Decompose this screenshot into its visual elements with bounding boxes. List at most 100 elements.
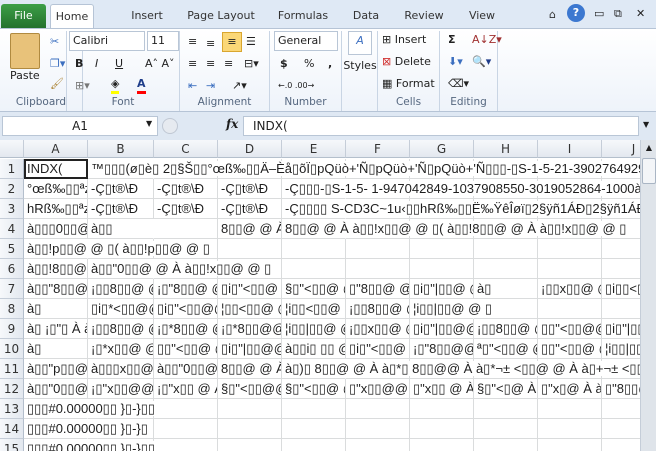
cell-J15[interactable]: [602, 439, 640, 451]
column-header-A[interactable]: A: [24, 140, 88, 158]
column-header-E[interactable]: E: [282, 140, 346, 158]
cell-G8[interactable]: ¦i▯▯|▯▯@ @ ▯: [410, 299, 493, 319]
cell-C15[interactable]: [154, 439, 218, 451]
cell-G15[interactable]: [410, 439, 474, 451]
help-icon[interactable]: ?: [567, 4, 585, 22]
cell-F13[interactable]: [346, 399, 410, 419]
splitter-handle[interactable]: [162, 118, 178, 134]
tab-file[interactable]: File: [1, 4, 46, 29]
align-right-icon[interactable]: ≡: [224, 55, 233, 73]
row-header[interactable]: 6: [0, 259, 24, 279]
cell-I14[interactable]: [538, 419, 602, 439]
fill-color-icon[interactable]: ◈: [111, 77, 120, 94]
cell-B8[interactable]: ▯i▯*<▯▯@@: [88, 299, 154, 319]
cell-A12[interactable]: à▯▯"0▯▯@ @: [24, 379, 88, 399]
column-header-H[interactable]: H: [474, 140, 538, 158]
cell-E10[interactable]: à▯▯i▯ ▯▯ @ À: [282, 339, 346, 359]
cell-H12[interactable]: §▯"<▯@ À à: [474, 379, 538, 399]
cell-E8[interactable]: ¦i▯▯<▯▯@ @: [282, 299, 346, 319]
column-header-B[interactable]: B: [88, 140, 154, 158]
cell-G14[interactable]: [410, 419, 474, 439]
cell-E4[interactable]: 8▯▯@ @ À à▯▯!x▯▯@ @ ▯( à▯▯!8▯▯@ @ À à▯▯!…: [282, 219, 627, 239]
row-header[interactable]: 5: [0, 239, 24, 259]
cell-A6[interactable]: à▯▯!8▯▯@ @: [24, 259, 88, 279]
fill-icon[interactable]: ⬇▾: [448, 53, 463, 71]
row-header[interactable]: 2: [0, 179, 24, 199]
cell-A3[interactable]: hRß‰▯▯ªz: [24, 199, 88, 219]
paste-icon[interactable]: [10, 33, 40, 69]
select-all-button[interactable]: [0, 140, 24, 158]
decrease-indent-icon[interactable]: ⇤: [188, 77, 197, 95]
cell-H14[interactable]: [474, 419, 538, 439]
tab-page-layout[interactable]: Page Layout: [182, 4, 260, 29]
cell-A8[interactable]: à▯: [24, 299, 88, 319]
column-header-J[interactable]: J: [602, 140, 640, 158]
cell-E12[interactable]: §▯"<▯▯@ @ À: [282, 379, 346, 399]
row-header[interactable]: 8: [0, 299, 24, 319]
cell-J8[interactable]: [602, 299, 640, 319]
percent-button[interactable]: %: [304, 55, 314, 73]
cell-F6[interactable]: [346, 259, 410, 279]
cell-G5[interactable]: [410, 239, 474, 259]
bold-button[interactable]: B: [75, 55, 83, 73]
cell-A4[interactable]: à▯▯▯0▯▯@ @: [24, 219, 88, 239]
row-header[interactable]: 4: [0, 219, 24, 239]
cell-I13[interactable]: [538, 399, 602, 419]
cell-C14[interactable]: [154, 419, 218, 439]
cell-E5[interactable]: [282, 239, 346, 259]
cell-I9[interactable]: ▯▯"<▯▯@@ À: [538, 319, 602, 339]
cell-H5[interactable]: [474, 239, 538, 259]
cell-J6[interactable]: [602, 259, 640, 279]
row-header[interactable]: 7: [0, 279, 24, 299]
tab-home[interactable]: Home: [50, 4, 94, 29]
merge-center-icon[interactable]: ⊟▾: [244, 55, 259, 73]
cell-H7[interactable]: à▯: [474, 279, 538, 299]
cell-A5[interactable]: à▯▯!p▯▯@ @ ▯( à▯▯!p▯▯@ @ ▯: [24, 239, 210, 259]
row-header[interactable]: 1: [0, 159, 24, 179]
increase-decimal-icon[interactable]: ←.0 .00→: [278, 77, 314, 95]
cell-H15[interactable]: [474, 439, 538, 451]
cell-C12[interactable]: ¡▯"x▯▯ @ À: [154, 379, 218, 399]
sort-filter-icon[interactable]: A↓Z▾: [472, 31, 502, 49]
cell-F10[interactable]: ▯i▯"<▯▯@ @: [346, 339, 410, 359]
row-header[interactable]: 14: [0, 419, 24, 439]
cell-C2[interactable]: -Ç▯t®\Ð: [154, 179, 218, 199]
cell-A14[interactable]: ▯▯▯#0.00000▯▯ }▯-}▯: [24, 419, 148, 439]
worksheet-grid[interactable]: A B C D E F G H I J 1 INDX(2 °œß‰▯▯ªz -Ç▯t®\Ð -Ç▯t®\Ð -…: [0, 140, 640, 451]
cell-C4[interactable]: [154, 219, 218, 239]
underline-button[interactable]: U: [115, 55, 123, 73]
copy-icon[interactable]: ❐▾: [50, 55, 65, 73]
cell-A15[interactable]: ▯▯▯#0.00000▯▯ }▯-}▯▯: [24, 439, 156, 451]
column-header-C[interactable]: C: [154, 140, 218, 158]
row-header[interactable]: 15: [0, 439, 24, 451]
cell-F8[interactable]: ¡▯▯8▯▯@ @ À: [346, 299, 410, 319]
font-size-select[interactable]: 11: [147, 31, 179, 51]
delete-cells-button[interactable]: ⊠ Delete: [382, 53, 431, 71]
cell-F7[interactable]: ▯"8▯▯@ @ À: [346, 279, 410, 299]
cell-B2[interactable]: -Ç▯t®\Ð: [88, 179, 154, 199]
increase-indent-icon[interactable]: ⇥: [206, 77, 215, 95]
cell-E2[interactable]: -Ç▯▯▯-▯S-1-5- 1-947042849-1037908550-301…: [282, 179, 640, 199]
minimize-window-icon[interactable]: ▭: [594, 5, 604, 23]
cell-J9[interactable]: ▯i▯"|▯▯: [602, 319, 640, 339]
cell-D13[interactable]: [218, 399, 282, 419]
close-window-icon[interactable]: ✕: [636, 5, 645, 23]
insert-function-button[interactable]: fx: [226, 117, 238, 131]
column-header-F[interactable]: F: [346, 140, 410, 158]
find-select-icon[interactable]: 🔍▾: [472, 53, 491, 71]
cell-A10[interactable]: à▯: [24, 339, 88, 359]
cell-C7[interactable]: ¡▯"8▯▯@ @: [154, 279, 218, 299]
align-middle-icon[interactable]: ≡: [206, 35, 215, 53]
cell-D10[interactable]: ▯i▯"|▯▯@@: [218, 339, 282, 359]
cell-D15[interactable]: [218, 439, 282, 451]
format-cells-button[interactable]: ▦ Format: [382, 75, 435, 93]
cell-C9[interactable]: ¡▯*8▯▯@ @: [154, 319, 218, 339]
align-left-icon[interactable]: ≡: [188, 55, 197, 73]
cell-J5[interactable]: [602, 239, 640, 259]
cell-C3[interactable]: -Ç▯t®\Ð: [154, 199, 218, 219]
insert-cells-button[interactable]: ⊞ Insert: [382, 31, 426, 49]
column-header-I[interactable]: I: [538, 140, 602, 158]
cell-D11[interactable]: 8▯▯@ @ À: [218, 359, 282, 379]
cell-D3[interactable]: -Ç▯t®\Ð: [218, 199, 282, 219]
formula-input[interactable]: INDX(: [243, 116, 639, 136]
